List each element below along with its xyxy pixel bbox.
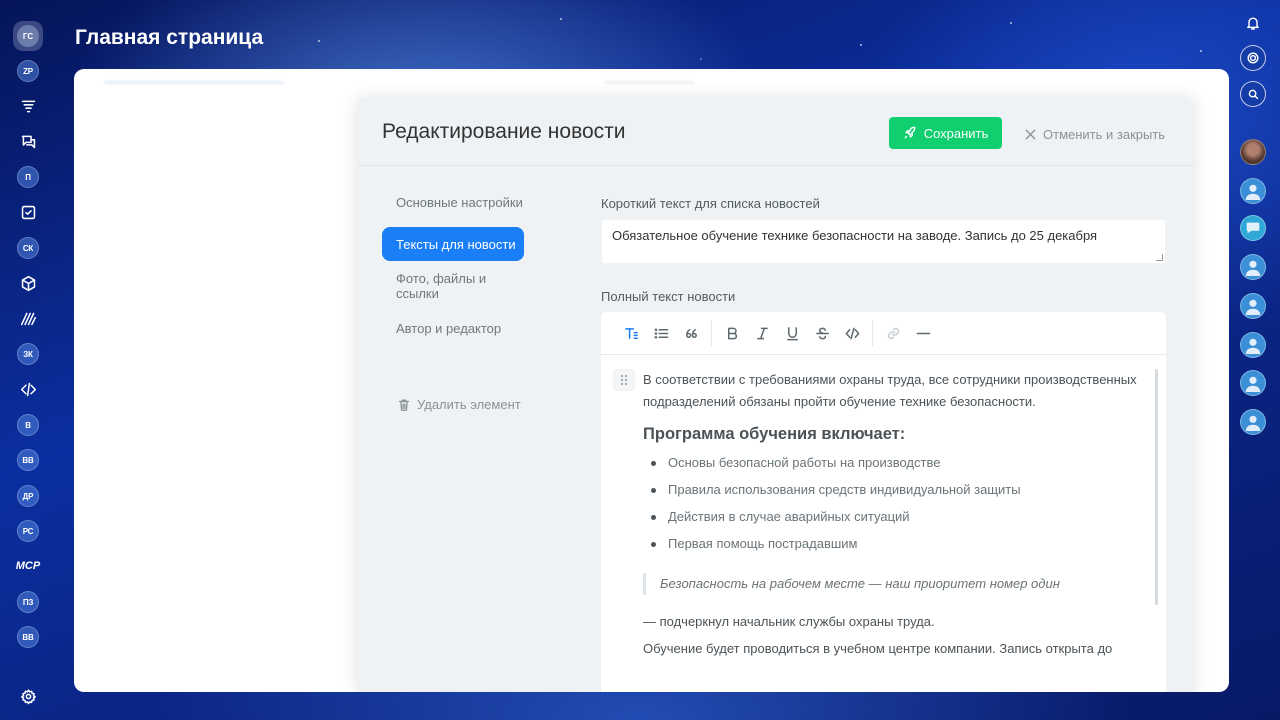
after-quote-paragraph: — подчеркнул начальник службы охраны тру… (643, 613, 935, 629)
editor-toolbar (601, 312, 1166, 355)
rail-item-dr[interactable]: ДР (17, 485, 39, 507)
rail-item-rs[interactable]: РС (17, 520, 39, 542)
rail-item-sk[interactable]: СК (17, 237, 39, 259)
underline-icon[interactable] (777, 318, 807, 348)
program-list: Основы безопасной работы на производстве… (643, 452, 1143, 560)
italic-icon[interactable] (747, 318, 777, 348)
save-button[interactable]: Сохранить (889, 117, 1002, 149)
toolbar-divider (711, 320, 712, 346)
dialog-header: Редактирование новости Сохранить Отменит… (357, 98, 1194, 166)
brand-lines-icon[interactable] (14, 304, 42, 332)
bell-icon[interactable] (1240, 10, 1266, 36)
rail-item-zp[interactable]: ZP (17, 60, 39, 82)
delete-element-button[interactable]: Удалить элемент (397, 397, 521, 412)
rocket-icon (904, 126, 916, 139)
strikethrough-icon[interactable] (807, 318, 837, 348)
main-panel: Редактирование новости Сохранить Отменит… (74, 69, 1229, 692)
chat-avatar[interactable] (1240, 215, 1266, 241)
list-item: Основы безопасной работы на производстве (647, 452, 1143, 479)
dialog-title: Редактирование новости (382, 120, 626, 143)
user-photo-avatar[interactable] (1240, 139, 1266, 165)
user-avatar[interactable] (1240, 254, 1266, 280)
box-icon[interactable] (14, 269, 42, 297)
rail-item-msr[interactable]: МСР (13, 552, 43, 580)
rail-item-pz[interactable]: ПЗ (17, 591, 39, 613)
rail-item-vv[interactable]: ВВ (17, 449, 39, 471)
toolbar-divider (872, 320, 873, 346)
list-item: Первая помощь пострадавшим (647, 533, 1143, 560)
user-avatar[interactable] (1240, 370, 1266, 396)
code-icon[interactable] (837, 318, 867, 348)
rail-item-zk[interactable]: ЗК (17, 343, 39, 365)
delete-element-label: Удалить элемент (417, 397, 521, 412)
user-avatar[interactable] (1240, 409, 1266, 435)
last-paragraph: Обучение будет проводиться в учебном цен… (643, 641, 1113, 656)
editor-content[interactable]: В соответствии с требованиями охраны тру… (643, 369, 1143, 672)
short-text-field[interactable]: Обязательное обучение технике безопаснос… (601, 219, 1166, 264)
chats-icon[interactable] (14, 127, 42, 155)
tab-news-texts[interactable]: Тексты для новости (382, 227, 524, 261)
tasks-check-icon[interactable] (14, 198, 42, 226)
link-icon[interactable] (878, 318, 908, 348)
page-title: Главная страница (75, 26, 264, 49)
tab-main-settings[interactable]: Основные настройки (382, 185, 527, 219)
target-icon[interactable] (1240, 45, 1266, 71)
horizontal-rule-icon[interactable] (908, 318, 938, 348)
search-chat-icon[interactable] (1240, 81, 1266, 107)
user-avatar[interactable] (1240, 332, 1266, 358)
text-format-icon[interactable] (616, 318, 646, 348)
list-item: Правила использования средств индивидуал… (647, 479, 1143, 506)
full-text-editor[interactable]: В соответствии с требованиями охраны тру… (601, 312, 1166, 692)
gear-icon[interactable] (14, 682, 42, 710)
user-avatar[interactable] (1240, 178, 1266, 204)
editor-scrollbar[interactable] (1155, 369, 1158, 605)
dialog-nav: Основные настройки Тексты для новости Фо… (382, 185, 527, 353)
program-heading: Программа обучения включает: (643, 425, 906, 443)
blockquote: Безопасность на рабочем месте — наш прио… (643, 572, 1143, 595)
background-placeholder (604, 81, 694, 84)
rail-item-vv2[interactable]: ВВ (17, 626, 39, 648)
short-text-value: Обязательное обучение технике безопаснос… (612, 228, 1098, 243)
intro-paragraph: В соответствии с требованиями охраны тру… (643, 372, 1137, 409)
drag-handle-icon[interactable] (613, 369, 635, 391)
cancel-button-label: Отменить и закрыть (1043, 126, 1166, 142)
user-avatar[interactable] (1240, 293, 1266, 319)
short-text-label: Короткий текст для списка новостей (601, 196, 820, 211)
rail-item-gs[interactable]: ГС (13, 21, 43, 51)
rail-item-p[interactable]: П (17, 166, 39, 188)
list-item: Действия в случае аварийных ситуаций (647, 506, 1143, 533)
cancel-close-button[interactable]: Отменить и закрыть (1025, 125, 1165, 143)
rail-item-v[interactable]: В (17, 414, 39, 436)
bold-icon[interactable] (717, 318, 747, 348)
bullet-list-icon[interactable] (646, 318, 676, 348)
save-button-label: Сохранить (923, 125, 989, 141)
tab-author-editor[interactable]: Автор и редактор (382, 311, 527, 345)
funnel-icon[interactable] (14, 92, 42, 120)
edit-news-dialog: Редактирование новости Сохранить Отменит… (357, 98, 1194, 692)
full-text-label: Полный текст новости (601, 289, 736, 304)
resize-handle[interactable] (1156, 254, 1163, 261)
quote-icon[interactable] (676, 318, 706, 348)
close-icon (1025, 128, 1036, 140)
tab-photos-files-links[interactable]: Фото, файлы и ссылки (382, 269, 527, 303)
background-placeholder (104, 81, 284, 84)
trash-icon (398, 399, 410, 411)
left-rail: ГС ZP П СК ЗК В ВВ ДР РС МСР ПЗ ВВ (0, 0, 56, 720)
right-rail (1228, 0, 1280, 720)
code-icon[interactable] (14, 375, 42, 403)
